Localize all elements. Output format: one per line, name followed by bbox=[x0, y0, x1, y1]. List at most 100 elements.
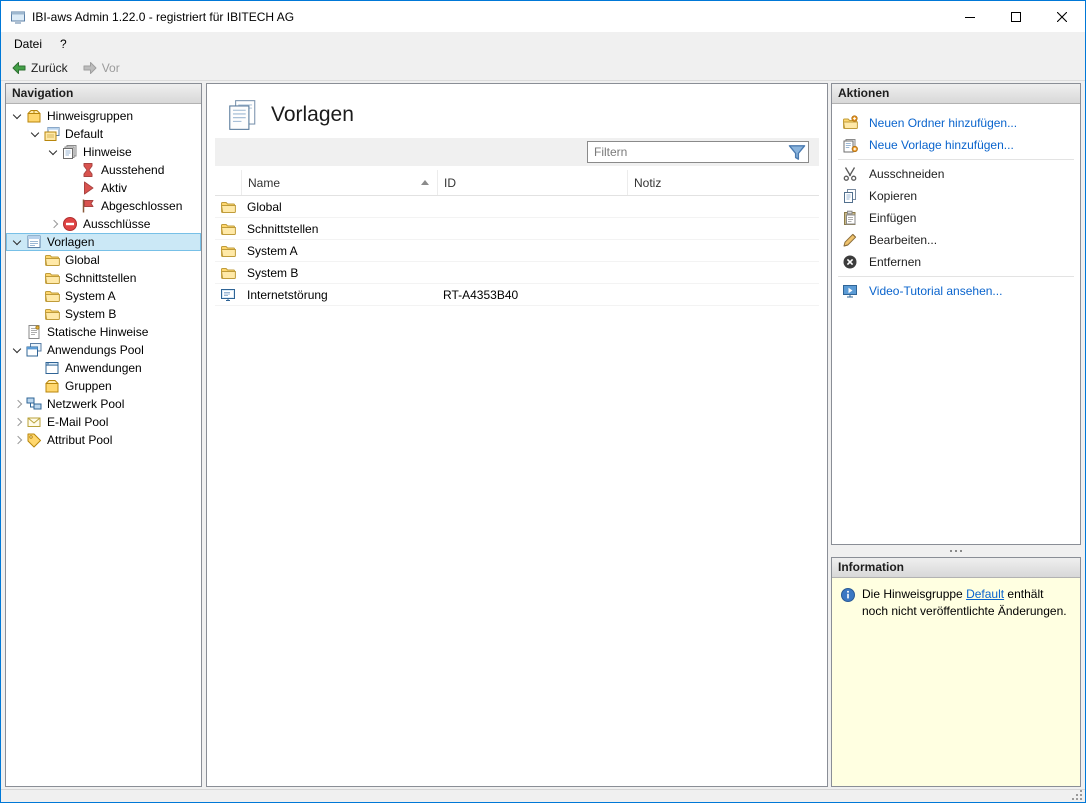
page-title: Vorlagen bbox=[271, 103, 354, 127]
table-row-system-a[interactable]: System A bbox=[215, 240, 819, 262]
chevron-right-icon[interactable] bbox=[10, 431, 26, 449]
window-controls bbox=[947, 1, 1085, 32]
minimize-button[interactable] bbox=[947, 1, 993, 32]
cell-icon bbox=[215, 199, 241, 215]
actions-header: Aktionen bbox=[832, 84, 1080, 104]
action-video-tutorial-ansehen[interactable]: Video-Tutorial ansehen... bbox=[832, 280, 1080, 302]
tree-item-netzwerk-pool[interactable]: Netzwerk Pool bbox=[6, 395, 201, 413]
filter-funnel-icon[interactable] bbox=[786, 144, 808, 160]
vorlagen-page-icon bbox=[225, 98, 259, 132]
tree-item-label: Aktiv bbox=[100, 181, 130, 195]
tree-item-hinweisgruppen[interactable]: Hinweisgruppen bbox=[6, 107, 201, 125]
chevron-right-icon[interactable] bbox=[10, 395, 26, 413]
tree-item-hinweise[interactable]: Hinweise bbox=[6, 143, 201, 161]
action-entfernen[interactable]: Entfernen bbox=[832, 251, 1080, 273]
forward-button[interactable]: Vor bbox=[76, 58, 126, 78]
menu-datei[interactable]: Datei bbox=[5, 34, 51, 54]
column-header-name[interactable]: Name bbox=[241, 170, 437, 195]
tree-item-anwendungs-pool[interactable]: Anwendungs Pool bbox=[6, 341, 201, 359]
chevron-down-icon[interactable] bbox=[46, 143, 62, 161]
action-label: Ausschneiden bbox=[869, 167, 944, 181]
content-area: Navigation HinweisgruppenDefaultHinweise… bbox=[1, 83, 1085, 789]
tree-item-anwendungen[interactable]: Anwendungen bbox=[6, 359, 201, 377]
table-row-schnittstellen[interactable]: Schnittstellen bbox=[215, 218, 819, 240]
cell-icon bbox=[215, 221, 241, 237]
action-neuen-ordner-hinzuf-gen[interactable]: Neuen Ordner hinzufügen... bbox=[832, 112, 1080, 134]
navigation-tree: HinweisgruppenDefaultHinweiseAusstehend A… bbox=[6, 104, 201, 786]
menu-help[interactable]: ? bbox=[51, 34, 76, 54]
cell-name: Internetstörung bbox=[241, 288, 437, 302]
tree-item-vorlagen[interactable]: Vorlagen bbox=[6, 233, 201, 251]
tree-item-statische-hinweise[interactable]: Statische Hinweise bbox=[6, 323, 201, 341]
action-bearbeiten[interactable]: Bearbeiten... bbox=[832, 229, 1080, 251]
tree-indent-spacer bbox=[10, 323, 26, 341]
tree-item-label: Global bbox=[64, 253, 103, 267]
folder-icon bbox=[220, 243, 236, 259]
folder-icon bbox=[220, 221, 236, 237]
cell-name: Schnittstellen bbox=[241, 222, 437, 236]
tree-item-label: System A bbox=[64, 289, 119, 303]
edit-icon bbox=[842, 232, 858, 248]
chevron-down-icon[interactable] bbox=[10, 107, 26, 125]
page-header: Vorlagen bbox=[207, 84, 827, 138]
action-neue-vorlage-hinzuf-gen[interactable]: Neue Vorlage hinzufügen... bbox=[832, 134, 1080, 156]
action-ausschneiden[interactable]: Ausschneiden bbox=[832, 163, 1080, 185]
tree-item-ausstehend[interactable]: Ausstehend bbox=[6, 161, 201, 179]
resize-grip-icon[interactable] bbox=[1070, 788, 1082, 800]
folder-add-icon bbox=[842, 115, 858, 131]
tree-indent-spacer bbox=[28, 269, 44, 287]
action-label: Bearbeiten... bbox=[869, 233, 937, 247]
tree-item-aktiv[interactable]: Aktiv bbox=[6, 179, 201, 197]
chevron-down-icon[interactable] bbox=[10, 341, 26, 359]
panel-splitter[interactable] bbox=[831, 545, 1081, 557]
cell-name: Global bbox=[241, 200, 437, 214]
tree-item-global[interactable]: Global bbox=[6, 251, 201, 269]
column-header-notiz[interactable]: Notiz bbox=[627, 170, 819, 195]
aktiv-icon bbox=[80, 180, 96, 196]
column-header-id[interactable]: ID bbox=[437, 170, 627, 195]
table-row-global[interactable]: Global bbox=[215, 196, 819, 218]
titlebar: IBI-aws Admin 1.22.0 - registriert für I… bbox=[1, 1, 1085, 32]
action-label: Video-Tutorial ansehen... bbox=[869, 284, 1002, 298]
folder-icon bbox=[44, 270, 60, 286]
default-group-link[interactable]: Default bbox=[966, 587, 1004, 601]
remove-icon bbox=[842, 254, 858, 270]
action-kopieren[interactable]: Kopieren bbox=[832, 185, 1080, 207]
copy-icon bbox=[842, 188, 858, 204]
template-add-icon bbox=[842, 137, 858, 153]
cell-icon bbox=[215, 265, 241, 281]
table-row-internetst-rung[interactable]: InternetstörungRT-A4353B40 bbox=[215, 284, 819, 306]
tree-item-abgeschlossen[interactable]: Abgeschlossen bbox=[6, 197, 201, 215]
tree-item-system-b[interactable]: System B bbox=[6, 305, 201, 323]
folder-icon bbox=[220, 199, 236, 215]
close-button[interactable] bbox=[1039, 1, 1085, 32]
info-text-before: Die Hinweisgruppe bbox=[862, 587, 966, 601]
close-icon bbox=[1057, 12, 1067, 22]
tree-indent-spacer bbox=[64, 161, 80, 179]
tree-item-attribut-pool[interactable]: Attribut Pool bbox=[6, 431, 201, 449]
chevron-down-icon[interactable] bbox=[28, 125, 44, 143]
maximize-icon bbox=[1011, 12, 1021, 22]
sort-ascending-icon bbox=[419, 177, 431, 189]
folder-icon bbox=[44, 306, 60, 322]
chevron-right-icon[interactable] bbox=[10, 413, 26, 431]
back-button[interactable]: Zurück bbox=[5, 58, 74, 78]
filter-input[interactable] bbox=[588, 145, 786, 159]
action-einf-gen[interactable]: Einfügen bbox=[832, 207, 1080, 229]
tree-item-schnittstellen[interactable]: Schnittstellen bbox=[6, 269, 201, 287]
tree-item-ausschl-sse[interactable]: Ausschlüsse bbox=[6, 215, 201, 233]
tree-item-e-mail-pool[interactable]: E-Mail Pool bbox=[6, 413, 201, 431]
tree-indent-spacer bbox=[28, 305, 44, 323]
tree-item-label: Anwendungs Pool bbox=[46, 343, 147, 357]
filter-strip bbox=[215, 138, 819, 166]
menubar: Datei ? bbox=[1, 32, 1085, 55]
tree-item-default[interactable]: Default bbox=[6, 125, 201, 143]
action-label: Entfernen bbox=[869, 255, 921, 269]
chevron-right-icon[interactable] bbox=[46, 215, 62, 233]
chevron-down-icon[interactable] bbox=[10, 233, 26, 251]
tree-item-gruppen[interactable]: Gruppen bbox=[6, 377, 201, 395]
tree-item-label: Netzwerk Pool bbox=[46, 397, 127, 411]
maximize-button[interactable] bbox=[993, 1, 1039, 32]
tree-item-system-a[interactable]: System A bbox=[6, 287, 201, 305]
table-row-system-b[interactable]: System B bbox=[215, 262, 819, 284]
